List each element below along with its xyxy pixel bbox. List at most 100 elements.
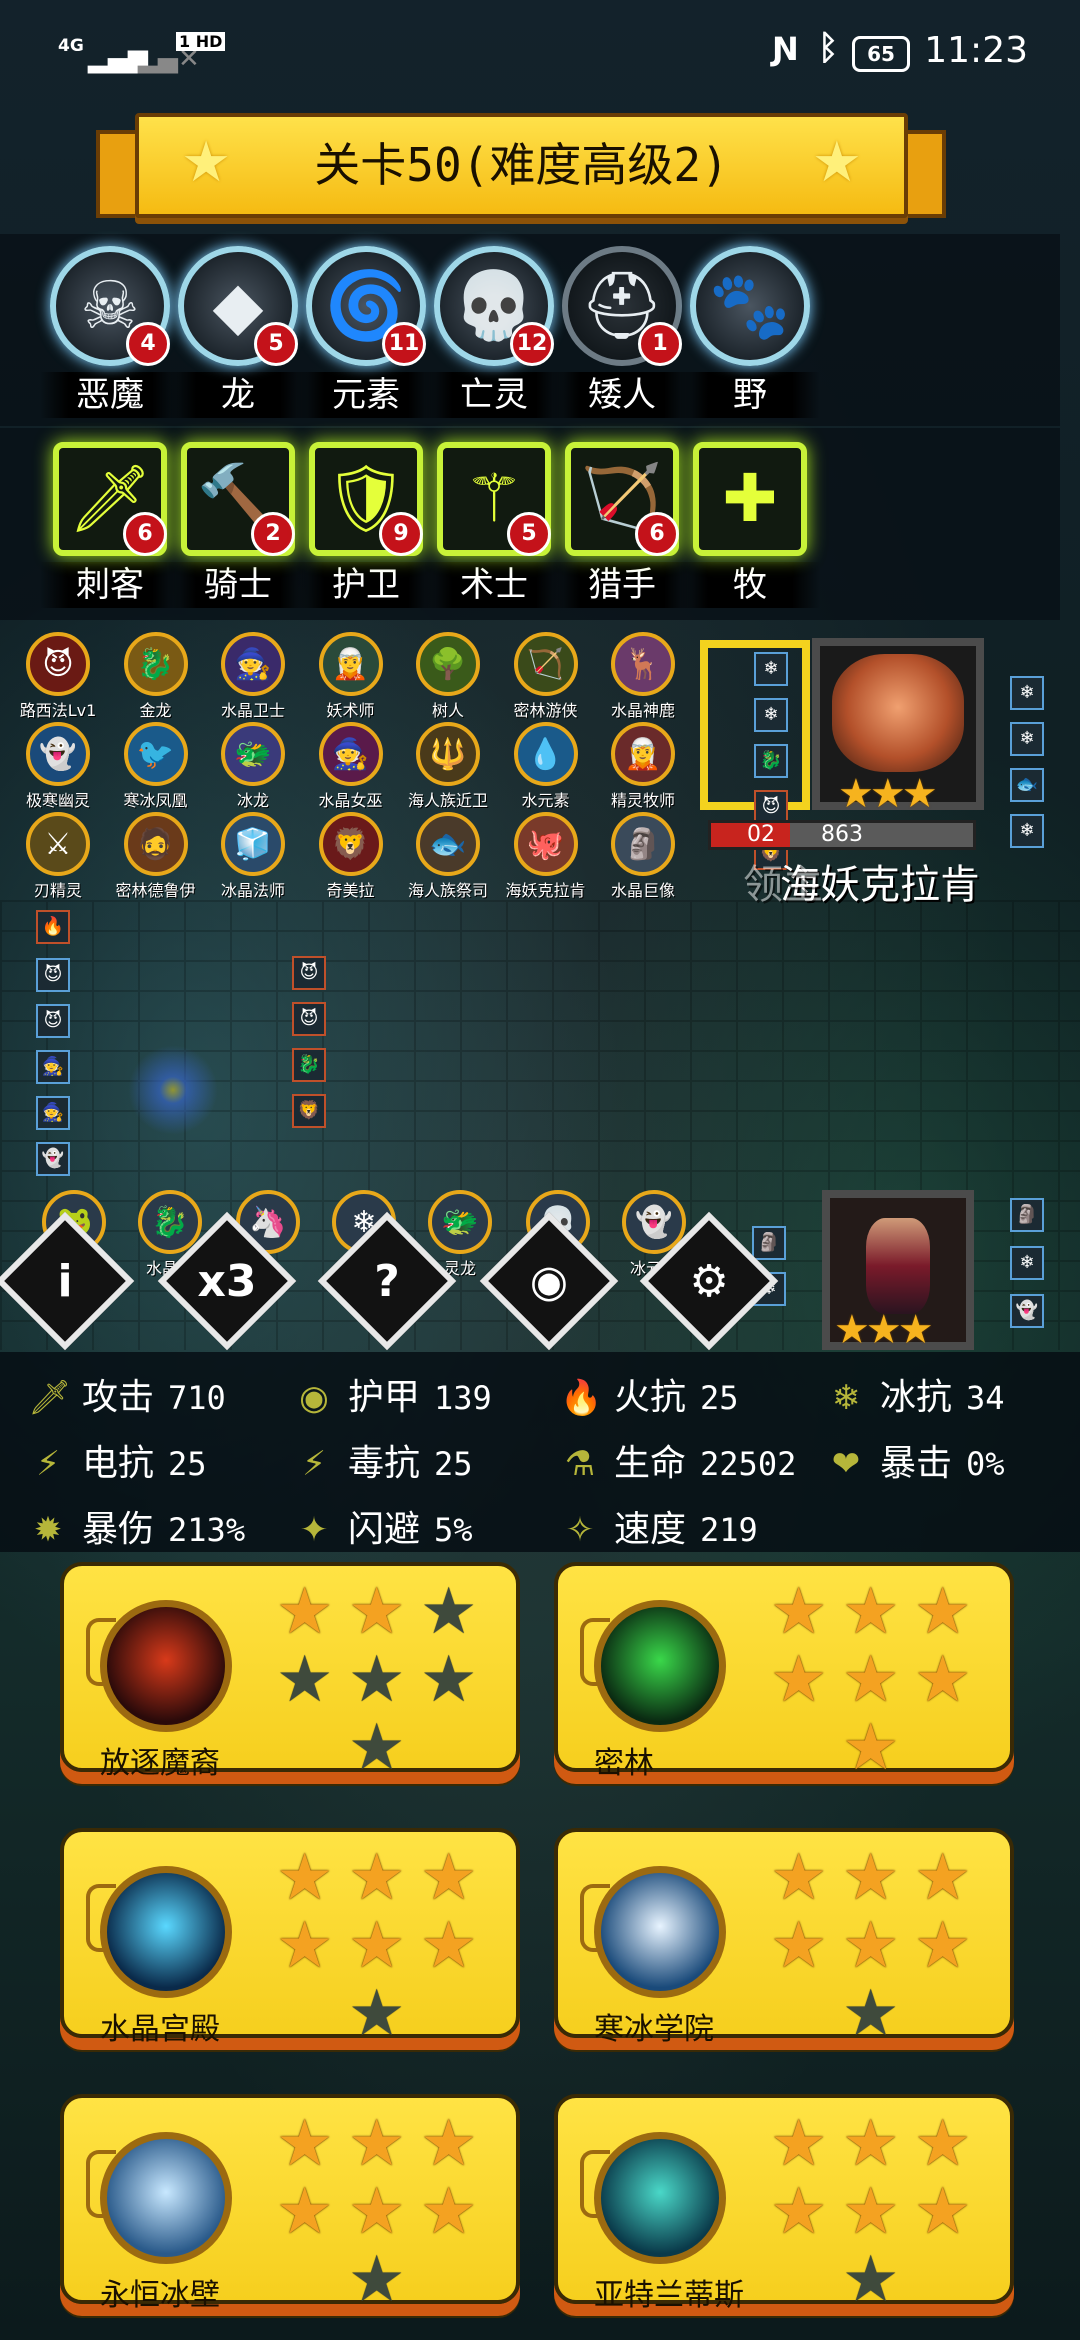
unit-card[interactable]: 💧 水元素 <box>500 722 592 811</box>
star-icon: ★ <box>276 2175 334 2249</box>
star-icon: ★ <box>914 2175 972 2249</box>
mini-unit: 😈 <box>754 790 788 824</box>
unit-name: 海人族近卫 <box>407 791 488 810</box>
unit-portrait: ⚔ <box>26 812 90 876</box>
unit-card[interactable]: 🐙 海妖克拉肯 <box>500 812 592 901</box>
class-count-badge: 6 <box>123 512 167 556</box>
region-card[interactable]: 密林 ★ ★ ★ ★ ★ ★ ★ <box>554 1562 1014 1787</box>
unit-portrait: 🧙 <box>221 632 285 696</box>
unit-card[interactable]: 🌳 树人 <box>402 632 494 721</box>
unit-portrait: 😈 <box>26 632 90 696</box>
star-icon: ★ <box>276 1841 334 1915</box>
unit-card[interactable]: 🧝 精灵牧师 <box>597 722 689 811</box>
unit-card[interactable]: 🧙 水晶卫士 <box>207 632 299 721</box>
race-trait-5[interactable]: 🐾 野 <box>680 246 820 418</box>
class-trait-4[interactable]: 🏹 6 猎手 <box>552 442 692 608</box>
race-trait-0[interactable]: ☠ 4 恶魔 <box>40 246 180 418</box>
star-icon: ★ <box>770 2175 828 2249</box>
boss-stars: ★★★ <box>838 771 938 817</box>
mini-unit: 👻 <box>36 1142 70 1176</box>
unit-card[interactable]: 🧔 密林德鲁伊 <box>110 812 202 901</box>
star-icon: ★ <box>811 130 862 195</box>
class-trait-0[interactable]: 🗡 6 刺客 <box>40 442 180 608</box>
unit-portrait: 🦌 <box>611 632 675 696</box>
region-portrait <box>594 1600 726 1732</box>
unit-card[interactable]: 🐉 金龙 <box>110 632 202 721</box>
class-label: 猎手 <box>552 562 692 608</box>
unit-card[interactable]: 🦁 奇美拉 <box>305 812 397 901</box>
star-icon: ★ <box>842 2175 900 2249</box>
region-card[interactable]: 寒冰学院 ★ ★ ★ ★ ★ ★ ★ <box>554 1828 1014 2053</box>
class-trait-5[interactable]: ✚ 牧 <box>680 442 820 608</box>
race-trait-2[interactable]: 🌀 11 元素 <box>296 246 436 418</box>
mini-unit: 😈 <box>36 1004 70 1038</box>
mini-unit: 🧙 <box>36 1050 70 1084</box>
class-trait-2[interactable]: 🛡 9 护卫 <box>296 442 436 608</box>
unit-name: 路西法Lv1 <box>19 701 97 720</box>
unit-name: 刃精灵 <box>33 881 82 900</box>
level-title: 关卡50(难度高级2) <box>314 138 729 192</box>
guard-shield-icon: 🛡 9 <box>309 442 423 556</box>
boss-portrait[interactable]: ★★★ <box>812 638 984 814</box>
star-icon: ★ <box>420 1841 478 1915</box>
unit-card[interactable]: 🧝 妖术师 <box>305 632 397 721</box>
stat-label: 速度 <box>614 1509 687 1550</box>
unit-portrait: 🔱 <box>416 722 480 786</box>
race-trait-3[interactable]: 💀 12 亡灵 <box>424 246 564 418</box>
race-trait-1[interactable]: ◆ 5 龙 <box>168 246 308 418</box>
race-label: 龙 <box>168 372 308 418</box>
stat-label: 火抗 <box>614 1377 687 1418</box>
unit-name: 水晶卫士 <box>220 701 285 720</box>
dragon-diamond-icon: ◆ 5 <box>178 246 298 366</box>
level-banner: 关卡50(难度高级2) ★ ★ <box>135 113 908 218</box>
unit-card[interactable]: 😈 路西法Lv1 <box>12 632 104 721</box>
region-card[interactable]: 亚特兰蒂斯 ★ ★ ★ ★ ★ ★ ★ <box>554 2094 1014 2319</box>
stat-value: 5% <box>434 1511 473 1549</box>
unit-name: 金龙 <box>139 701 172 720</box>
region-card[interactable]: 水晶宫殿 ★ ★ ★ ★ ★ ★ ★ <box>60 1828 520 2053</box>
star-icon: ★ <box>348 2107 406 2181</box>
unit-card[interactable]: 🐟 海人族祭司 <box>402 812 494 901</box>
unit-card[interactable]: 🔱 海人族近卫 <box>402 722 494 811</box>
star-icon: ★ <box>276 1909 334 1983</box>
unit-card[interactable]: 🦌 水晶神鹿 <box>597 632 689 721</box>
class-trait-1[interactable]: 🔨 2 骑士 <box>168 442 308 608</box>
unit-card[interactable]: ⚔ 刃精灵 <box>12 812 104 901</box>
speed-icon: x3 <box>197 1255 257 1307</box>
player-portrait[interactable]: ★★★ <box>822 1190 974 1350</box>
unit-portrait: 🦁 <box>318 812 383 876</box>
unit-card[interactable]: 🐲 冰龙 <box>207 722 299 811</box>
race-label: 元素 <box>296 372 436 418</box>
region-card[interactable]: 放逐魔裔 ★ ★ ★ ★ ★ ★ ★ <box>60 1562 520 1787</box>
unit-name: 树人 <box>431 701 464 720</box>
mini-unit: 👻 <box>1010 1294 1044 1328</box>
star-icon: ★ <box>420 2107 478 2181</box>
unit-name: 奇美拉 <box>326 881 375 900</box>
warlock-staff-icon: ⚚ 5 <box>437 442 551 556</box>
status-bar: 4G ▂▄▆ ▂▄✕ 1 HD Ɲ ᛒ 65 11:23 <box>0 0 1080 105</box>
unit-name: 水元素 <box>521 791 570 810</box>
unit-card[interactable]: 🏹 密林游侠 <box>500 632 592 721</box>
region-card[interactable]: 永恒冰壁 ★ ★ ★ ★ ★ ★ ★ <box>60 2094 520 2319</box>
unit-card[interactable]: 🗿 水晶巨像 <box>597 812 689 901</box>
lich-king-portrait <box>866 1218 930 1314</box>
region-name: 放逐魔裔 <box>100 1746 220 1781</box>
mini-unit: 🧙 <box>36 1096 70 1130</box>
unit-card[interactable]: 🐦 寒冰凤凰 <box>110 722 202 811</box>
class-trait-3[interactable]: ⚚ 5 术士 <box>424 442 564 608</box>
mini-unit: 🔥 <box>36 910 70 944</box>
poison-resist-icon: ⚡ <box>302 1444 326 1484</box>
unit-card[interactable]: 🧊 冰晶法师 <box>207 812 299 901</box>
mini-unit: 🐉 <box>754 744 788 778</box>
unit-card[interactable]: 🧙 水晶女巫 <box>305 722 397 811</box>
hunter-bow-icon: 🏹 6 <box>565 442 679 556</box>
star-icon: ★ <box>770 1841 828 1915</box>
unit-portrait: 🐲 <box>428 1190 492 1254</box>
unit-card[interactable]: 👻 极寒幽灵 <box>12 722 104 811</box>
race-trait-4[interactable]: ⛑ 1 矮人 <box>552 246 692 418</box>
stat-item: ❤ 暴击 0% <box>826 1434 1005 1486</box>
stat-label: 闪避 <box>348 1509 421 1550</box>
player-stars: ★★★ <box>834 1307 934 1353</box>
unit-portrait: 🧝 <box>611 722 675 786</box>
unit-portrait: 🏹 <box>513 632 578 696</box>
